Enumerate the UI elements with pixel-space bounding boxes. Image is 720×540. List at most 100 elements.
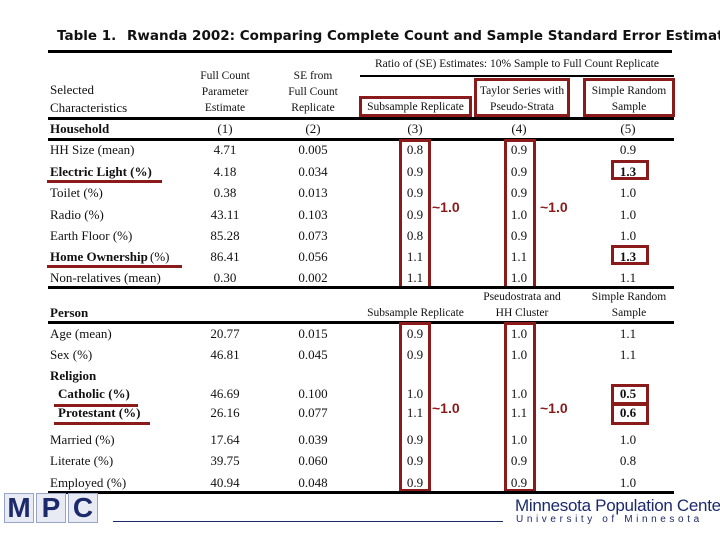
home-ownership-underline	[47, 265, 182, 268]
row-label: Toilet (%)	[50, 185, 103, 200]
title-rule	[48, 50, 672, 53]
cell-full-count-estimate: 0.30	[213, 270, 237, 285]
cell-srs-ratio: 1.0	[619, 475, 637, 490]
header-rule	[48, 117, 674, 120]
religion-label: Religion	[50, 368, 97, 383]
cell-full-count-estimate: 46.81	[210, 347, 240, 362]
cell-se-full-count: 0.056	[298, 249, 328, 264]
household-end-rule	[48, 286, 674, 289]
col5-header-line1: Simple Random	[591, 85, 667, 97]
cell-srs-ratio: 1.1	[619, 326, 637, 341]
row-label: HH Size (mean)	[50, 142, 135, 157]
cell-full-count-estimate: 86.41	[210, 249, 240, 264]
cell-se-full-count: 0.039	[298, 432, 328, 447]
row-label: Married (%)	[50, 432, 115, 447]
footer-rule	[113, 521, 503, 522]
cell-full-count-estimate: 40.94	[210, 475, 240, 490]
cell-se-full-count: 0.077	[298, 405, 328, 420]
person-col4-header-line1: Pseudostrata and	[483, 291, 561, 303]
cell-full-count-estimate: 85.28	[210, 228, 240, 243]
person-col4-header-line2: HH Cluster	[495, 307, 549, 319]
cell-srs-ratio: 1.1	[619, 347, 637, 362]
row-label: Catholic (%)	[58, 386, 130, 401]
cell-se-full-count: 0.060	[298, 453, 328, 468]
row-label: Sex (%)	[50, 347, 93, 362]
table-label: Table 1.	[57, 28, 117, 44]
person-rule	[48, 321, 674, 324]
cell-srs-ratio: 1.1	[619, 270, 637, 285]
cell-se-full-count: 0.045	[298, 347, 328, 362]
cell-srs-ratio: 0.9	[619, 142, 637, 157]
cell-srs-ratio: 1.0	[619, 228, 637, 243]
cell-se-full-count: 0.103	[298, 207, 328, 222]
header-characteristics: Characteristics	[50, 100, 128, 115]
cell-se-full-count: 0.013	[298, 185, 328, 200]
person-col5-header-line2: Sample	[611, 307, 647, 319]
cell-se-full-count: 0.048	[298, 475, 328, 490]
col1-header-line1: Full Count	[200, 70, 250, 82]
household-rule	[48, 138, 674, 141]
cell-full-count-estimate: 17.64	[210, 432, 240, 447]
catholic-underline	[54, 404, 138, 407]
col2-header-line3: Replicate	[291, 102, 335, 114]
col-number-3: (3)	[407, 121, 423, 136]
col4-header-line1: Taylor Series with	[479, 85, 565, 97]
col1-header-line2: Parameter	[201, 86, 249, 98]
row-label: Radio (%)	[50, 207, 104, 222]
cell-full-count-estimate: 4.18	[213, 164, 237, 179]
col-number-2: (2)	[305, 121, 321, 136]
cell-full-count-estimate: 46.69	[210, 386, 240, 401]
cell-full-count-estimate: 0.38	[213, 185, 237, 200]
col2-header-line2: Full Count	[288, 86, 338, 98]
cell-full-count-estimate: 39.75	[210, 453, 240, 468]
header-selected: Selected	[50, 82, 95, 97]
section-person: Person	[50, 305, 89, 320]
person-col4-highlight	[504, 322, 536, 492]
col-number-4: (4)	[511, 121, 527, 136]
col-number-5: (5)	[620, 121, 636, 136]
person-col3-highlight	[399, 322, 431, 492]
cell-full-count-estimate: 20.77	[210, 326, 240, 341]
section-household: Household	[50, 121, 110, 136]
person-col3-approx: ~1.0	[432, 400, 460, 416]
cell-full-count-estimate: 43.11	[210, 207, 240, 222]
row-label: Protestant (%)	[58, 405, 141, 420]
electric-light-underline	[47, 180, 162, 183]
household-col4-approx: ~1.0	[540, 199, 568, 215]
ratio-group-header: Ratio of (SE) Estimates: 10% Sample to F…	[375, 58, 659, 70]
row-label: Age (mean)	[50, 326, 112, 341]
row-label: Employed (%)	[50, 475, 127, 490]
cell-se-full-count: 0.073	[298, 228, 328, 243]
cell-full-count-estimate: 4.71	[213, 142, 237, 157]
row-label: Home Ownership	[50, 249, 148, 264]
cell-srs-ratio: 1.0	[619, 185, 637, 200]
person-col4-approx: ~1.0	[540, 400, 568, 416]
household-col3-approx: ~1.0	[432, 199, 460, 215]
org-name: Minnesota Population Center	[515, 496, 720, 515]
cell-se-full-count: 0.005	[298, 142, 328, 157]
cell-se-full-count: 0.100	[298, 386, 328, 401]
row-label: Non-relatives (mean)	[50, 270, 161, 285]
row-label: Electric Light (%)	[50, 164, 152, 179]
cell-se-full-count: 0.034	[298, 164, 328, 179]
household-electric-c5-highlight	[611, 160, 649, 180]
cell-se-full-count: 0.002	[298, 270, 328, 285]
mpc-logo: M P C	[4, 493, 100, 523]
col4-header-line2: Pseudo-Strata	[490, 101, 554, 113]
household-col3-highlight	[399, 139, 431, 289]
row-label: Earth Floor (%)	[50, 228, 133, 243]
ratio-group-rule	[360, 75, 674, 77]
cell-srs-ratio: 1.0	[619, 207, 637, 222]
col2-header-line1: SE from	[293, 70, 333, 82]
cell-srs-ratio: 1.0	[619, 432, 637, 447]
col5-header-line2: Sample	[611, 101, 647, 113]
table-title: Rwanda 2002: Comparing Complete Count an…	[127, 28, 720, 44]
cell-full-count-estimate: 26.16	[210, 405, 240, 420]
person-col5-header-line1: Simple Random	[591, 291, 667, 303]
col3-header: Subsample Replicate	[367, 101, 464, 113]
row-label-suffix: (%)	[150, 249, 170, 264]
row-label: Literate (%)	[50, 453, 114, 468]
table-bottom-rule	[48, 491, 674, 494]
logo-letter-p: P	[36, 493, 66, 523]
org-subtitle: University of Minnesota	[516, 514, 703, 525]
